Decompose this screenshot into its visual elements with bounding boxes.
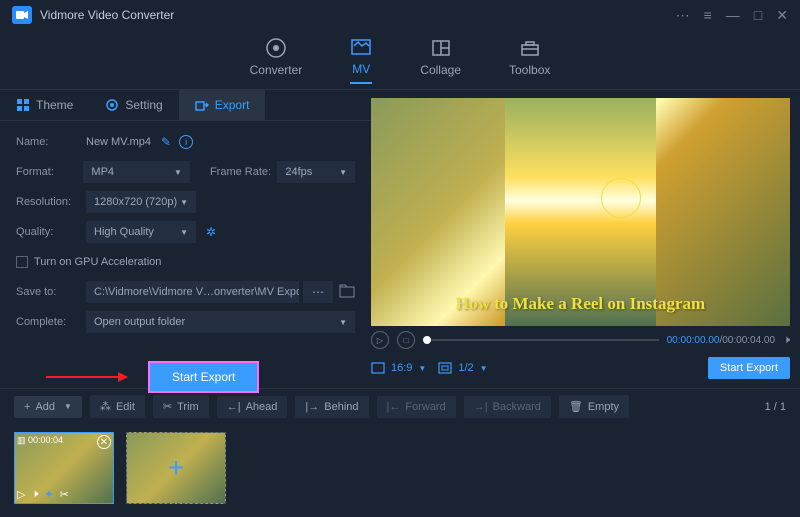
chevron-down-icon: ▼ (180, 198, 188, 207)
zoom-icon (438, 362, 452, 374)
move-ahead-icon: ←| (227, 401, 241, 413)
chevron-down-icon: ▼ (480, 364, 488, 373)
clip-effect-icon[interactable]: ✦ (44, 488, 53, 501)
quality-select[interactable]: High Quality▼ (86, 221, 196, 243)
plus-icon: + (24, 401, 30, 413)
nav-converter[interactable]: Converter (250, 37, 303, 83)
framerate-label: Frame Rate: (210, 166, 277, 178)
nav-collage[interactable]: Collage (420, 37, 461, 83)
aspect-icon (371, 362, 385, 374)
name-info-icon[interactable]: i (179, 135, 193, 149)
behind-button[interactable]: |→Behind (295, 396, 368, 418)
complete-select[interactable]: Open output folder▼ (86, 311, 355, 333)
trash-icon: 🗑 (569, 400, 583, 413)
aspect-ratio-select[interactable]: 16:9▼ (371, 362, 426, 374)
gpu-checkbox[interactable] (16, 256, 28, 268)
forward-icon: |← (387, 401, 401, 413)
clip-play-icon[interactable]: ▷ (17, 488, 25, 501)
clip-thumbnail[interactable]: ▥ 00:00:04 ✕ ▷ 🕨 ✦ ✂ (14, 432, 114, 504)
menu-icon[interactable]: ≡ (704, 7, 712, 23)
forward-button[interactable]: |←Forward (377, 396, 456, 418)
resolution-label: Resolution: (16, 196, 86, 208)
saveto-label: Save to: (16, 286, 86, 298)
name-label: Name: (16, 136, 86, 148)
toolbox-icon (519, 37, 541, 59)
wand-icon: ⁂ (100, 400, 111, 413)
gear-icon (105, 98, 119, 112)
start-export-button[interactable]: Start Export (148, 361, 259, 393)
open-folder-icon[interactable] (339, 284, 355, 301)
stop-button[interactable]: □ (397, 331, 415, 349)
chevron-down-icon: ▼ (339, 318, 347, 327)
close-icon[interactable]: ✕ (776, 7, 788, 24)
gpu-label: Turn on GPU Acceleration (34, 256, 161, 268)
quality-settings-icon[interactable]: ✲ (206, 225, 216, 239)
clip-duration: ▥ 00:00:04 (17, 435, 63, 449)
remove-clip-icon[interactable]: ✕ (97, 435, 111, 449)
export-icon (195, 98, 209, 112)
clip-trim-icon[interactable]: ✂ (60, 488, 69, 501)
move-behind-icon: |→ (305, 401, 319, 413)
saveto-path: C:\Vidmore\Vidmore V…onverter\MV Exporte… (86, 281, 299, 303)
chevron-down-icon: ▼ (180, 228, 188, 237)
framerate-select[interactable]: 24fps▼ (277, 161, 355, 183)
preview-caption: How to Make a Reel on Instagram (456, 294, 705, 314)
collage-icon (430, 37, 452, 59)
time-display: 00:00:00.00/00:00:04.00 (667, 335, 775, 346)
chevron-down-icon: ▼ (64, 402, 72, 411)
progress-bar[interactable] (423, 339, 659, 341)
tab-export[interactable]: Export (179, 90, 266, 120)
trim-button[interactable]: ✂Trim (153, 395, 209, 418)
app-logo (12, 6, 32, 24)
ahead-button[interactable]: ←|Ahead (217, 396, 288, 418)
browse-button[interactable]: ⋯ (303, 281, 333, 303)
chevron-down-icon: ▼ (418, 364, 426, 373)
format-select[interactable]: MP4▼ (83, 161, 190, 183)
zoom-select[interactable]: 1/2▼ (438, 362, 487, 374)
tab-setting[interactable]: Setting (89, 90, 178, 120)
backward-icon: →| (474, 401, 488, 413)
app-title: Vidmore Video Converter (40, 8, 676, 22)
start-export-button-2[interactable]: Start Export (708, 357, 790, 379)
feedback-icon[interactable]: ⋯ (676, 7, 690, 24)
add-clip-button[interactable]: + (126, 432, 226, 504)
grid-icon (16, 98, 30, 112)
complete-label: Complete: (16, 316, 86, 328)
quality-label: Quality: (16, 226, 86, 238)
minimize-icon[interactable]: — (726, 7, 740, 23)
edit-button[interactable]: ⁂Edit (90, 395, 145, 418)
name-value: New MV.mp4 (86, 136, 151, 148)
chevron-down-icon: ▼ (339, 168, 347, 177)
progress-handle[interactable] (423, 336, 431, 344)
plus-icon: + (168, 452, 184, 484)
video-preview: How to Make a Reel on Instagram (371, 98, 790, 326)
volume-icon[interactable]: 🕨 (783, 334, 790, 347)
play-button[interactable]: ▷ (371, 331, 389, 349)
edit-name-icon[interactable]: ✎ (161, 135, 171, 149)
format-label: Format: (16, 166, 83, 178)
empty-button[interactable]: 🗑Empty (559, 395, 629, 418)
annotation-arrow (46, 376, 120, 378)
scissors-icon: ✂ (163, 400, 172, 413)
nav-toolbox[interactable]: Toolbox (509, 37, 550, 83)
clip-mute-icon[interactable]: 🕨 (31, 488, 38, 501)
page-indicator: 1 / 1 (765, 401, 786, 413)
converter-icon (265, 37, 287, 59)
add-button[interactable]: +Add▼ (14, 396, 82, 418)
resolution-select[interactable]: 1280x720 (720p)▼ (86, 191, 196, 213)
backward-button[interactable]: →|Backward (464, 396, 551, 418)
chevron-down-icon: ▼ (174, 168, 182, 177)
nav-mv[interactable]: MV (350, 36, 372, 84)
maximize-icon[interactable]: □ (754, 7, 762, 23)
mv-icon (350, 36, 372, 58)
tab-theme[interactable]: Theme (0, 90, 89, 120)
